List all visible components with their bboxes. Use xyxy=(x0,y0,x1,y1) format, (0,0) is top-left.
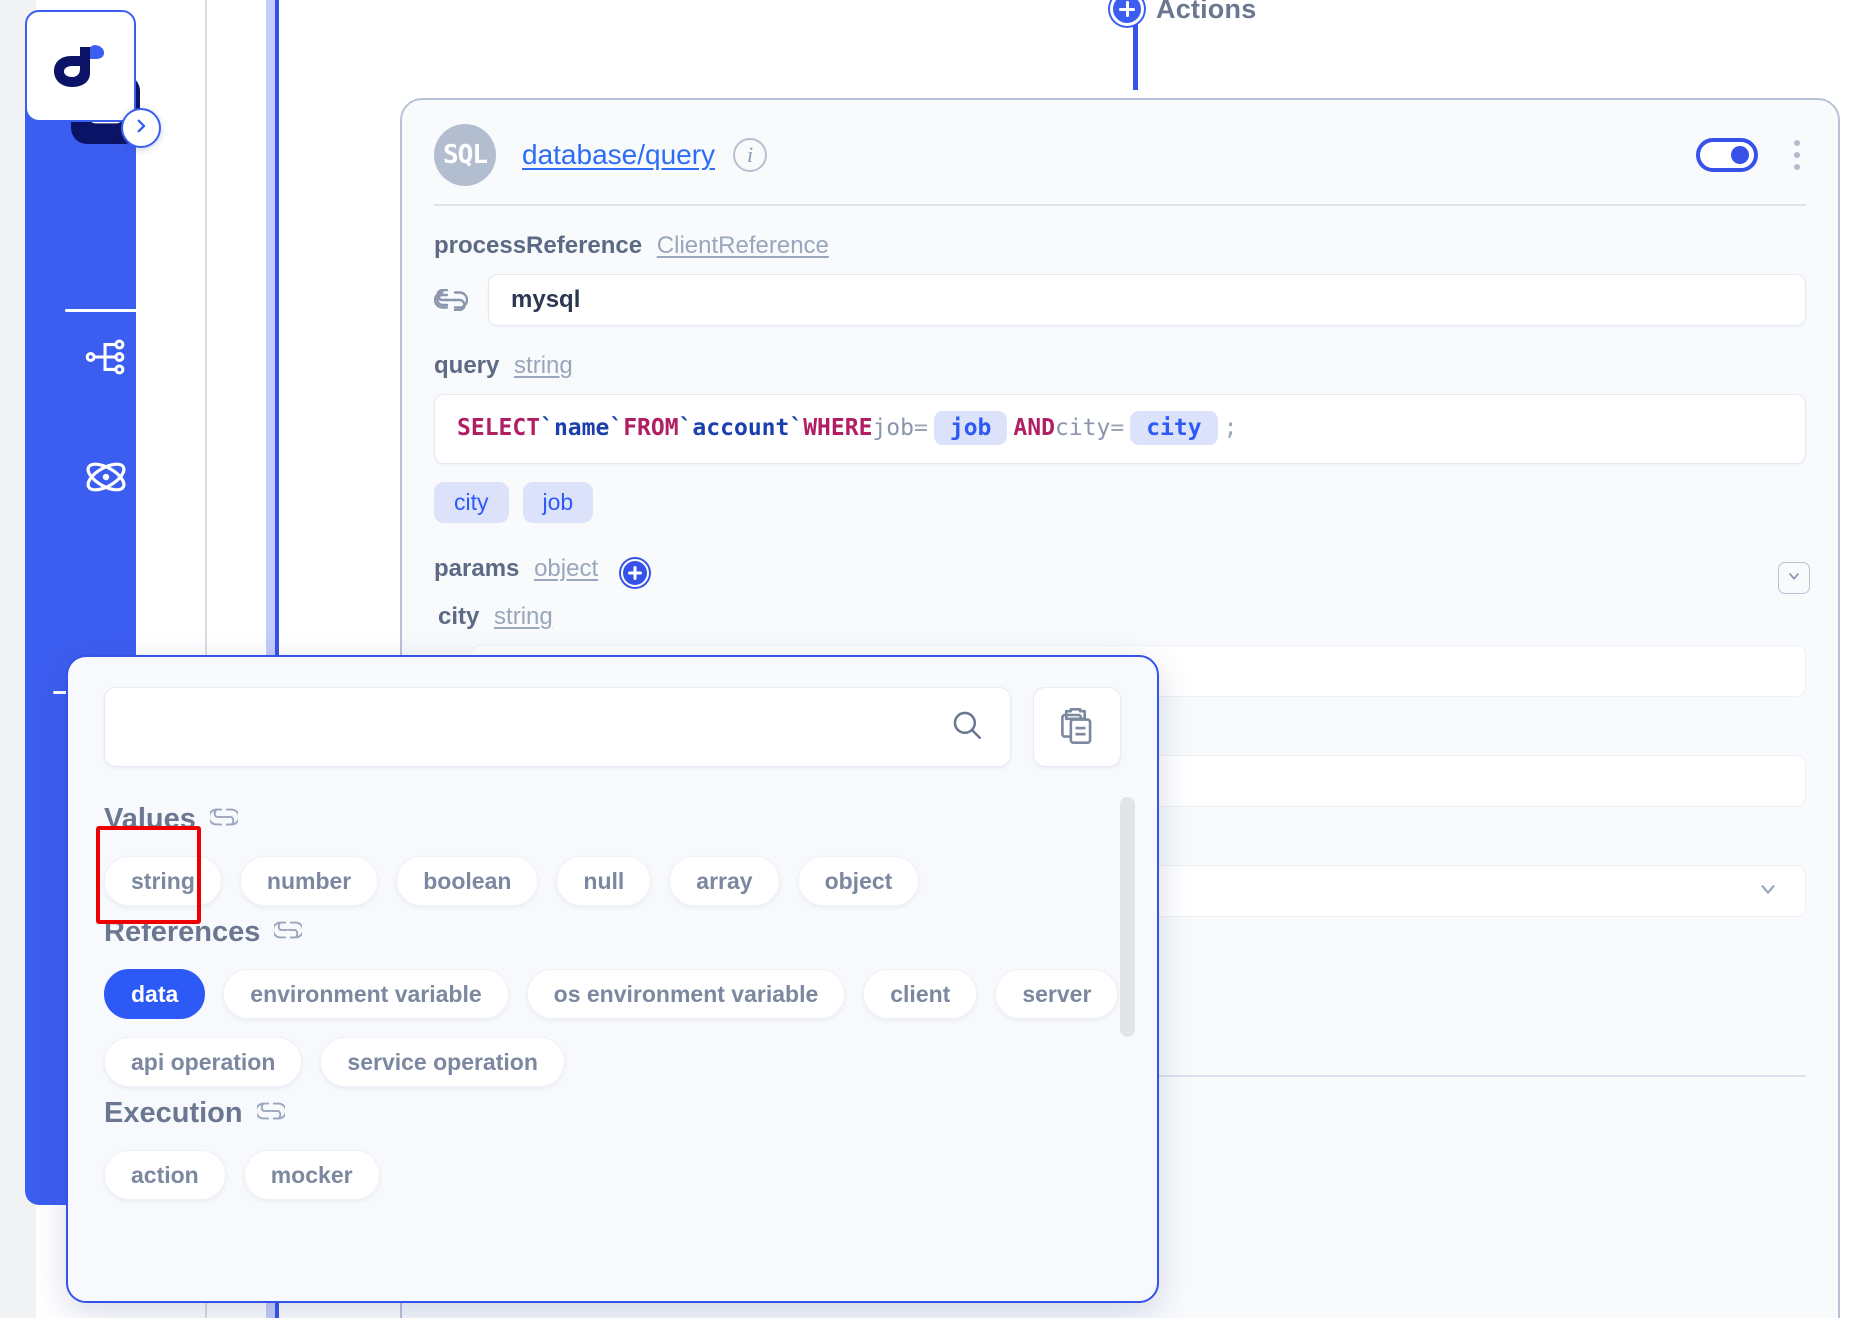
popup-chip-environment-variable[interactable]: environment variable xyxy=(223,969,509,1019)
popup-chip-server[interactable]: server xyxy=(995,969,1119,1019)
app-logo[interactable] xyxy=(25,10,136,122)
link-icon xyxy=(272,921,305,944)
query-code-line: SELECT `name` FROM `account` WHERE job =… xyxy=(457,411,1783,445)
popup-chip-client[interactable]: client xyxy=(863,969,978,1019)
clipboard-paste-icon xyxy=(1058,705,1096,750)
popup-chip-service-operation[interactable]: service operation xyxy=(320,1037,565,1087)
popup-chip-null[interactable]: null xyxy=(556,856,652,906)
field-label-query: query string xyxy=(402,326,1838,380)
paste-button[interactable] xyxy=(1033,687,1121,767)
popup-chip-row: string number boolean null array object xyxy=(104,856,1121,906)
popup-chip-action[interactable]: action xyxy=(104,1150,226,1200)
query-token: WHERE xyxy=(803,415,873,441)
popup-chip-data[interactable]: data xyxy=(104,969,206,1019)
atom-orbit-icon xyxy=(82,453,130,506)
field-type[interactable]: object xyxy=(534,555,598,582)
popup-chip-row: action mocker xyxy=(104,1150,1121,1200)
field-key: city xyxy=(438,603,480,630)
query-token: FROM xyxy=(623,415,679,441)
field-type[interactable]: string xyxy=(514,352,573,379)
actions-connector-line xyxy=(1133,24,1138,90)
app-logo-icon xyxy=(50,37,112,96)
process-reference-input[interactable]: mysql xyxy=(488,274,1806,326)
popup-chip-string[interactable]: string xyxy=(104,856,222,906)
chevron-down-icon xyxy=(1757,878,1779,905)
query-token-chip[interactable]: job xyxy=(933,411,1008,445)
sidebar-item-flow[interactable] xyxy=(71,325,140,394)
kebab-menu-icon[interactable] xyxy=(1794,140,1800,170)
actions-label: Actions xyxy=(1156,0,1257,24)
enable-toggle[interactable] xyxy=(1696,138,1758,172)
popup-search-row xyxy=(68,657,1157,767)
chevron-right-icon xyxy=(132,117,150,140)
popup-chip-boolean[interactable]: boolean xyxy=(396,856,539,906)
search-icon xyxy=(950,708,984,747)
query-token: SELECT xyxy=(457,415,541,441)
sitemap-branch-icon xyxy=(83,334,129,385)
query-token: `account` xyxy=(678,415,804,441)
field-label-process-reference: processReference ClientReference xyxy=(402,206,1838,260)
field-key: params xyxy=(434,555,520,582)
popup-section-title: References xyxy=(104,916,261,948)
query-token: = xyxy=(1110,415,1125,441)
card-title-link[interactable]: database/query xyxy=(522,139,715,171)
popup-section-header: References xyxy=(104,916,1121,949)
link-icon[interactable] xyxy=(433,288,469,312)
popup-chip-array[interactable]: array xyxy=(669,856,780,906)
field-label-params: params object xyxy=(402,523,1838,587)
search-input[interactable] xyxy=(104,687,1011,767)
app-root: Actions SQL database/query i processRefe… xyxy=(0,0,1870,1318)
query-token: `name` xyxy=(540,415,624,441)
popup-chip-row: data environment variable os environment v… xyxy=(104,969,1121,1087)
query-code-editor[interactable]: SELECT `name` FROM `account` WHERE job =… xyxy=(434,394,1806,464)
query-variable-chip[interactable]: job xyxy=(522,482,594,523)
field-key: query xyxy=(434,352,500,379)
query-token: city xyxy=(1054,415,1111,441)
link-icon xyxy=(208,808,240,831)
card-header: SQL database/query i xyxy=(402,100,1838,188)
info-icon[interactable]: i xyxy=(733,138,768,172)
field-label-params-city: city string xyxy=(402,583,1838,631)
popup-scrollbar[interactable] xyxy=(1120,797,1135,1037)
sidebar-item-atom[interactable] xyxy=(71,445,140,514)
query-token: AND xyxy=(1013,415,1055,441)
field-key: processReference xyxy=(434,232,643,259)
popup-section-header: Values xyxy=(104,803,1121,836)
add-param-button[interactable] xyxy=(620,559,649,587)
collapse-params-button[interactable] xyxy=(1778,562,1810,594)
query-token: job xyxy=(872,415,914,441)
field-type[interactable]: string xyxy=(494,603,553,630)
query-token: = xyxy=(914,415,928,441)
sidebar-expand-button[interactable] xyxy=(121,108,161,148)
sidebar-divider xyxy=(65,309,146,312)
process-reference-row: mysql xyxy=(402,260,1838,326)
popup-sections: Values string number boolean null array objec… xyxy=(68,767,1157,1200)
chevron-down-icon xyxy=(1786,568,1802,589)
popup-chip-number[interactable]: number xyxy=(239,856,379,906)
popup-section-title: Values xyxy=(104,803,196,835)
add-action-button[interactable] xyxy=(1110,0,1144,26)
popup-chip-api-operation[interactable]: api operation xyxy=(104,1037,303,1087)
query-variable-chips: city job xyxy=(434,482,1806,523)
field-type[interactable]: ClientReference xyxy=(657,232,829,259)
query-variable-chip[interactable]: city xyxy=(434,482,509,523)
reference-picker-popup: Values string number boolean null array objec… xyxy=(66,655,1159,1303)
sql-badge: SQL xyxy=(434,124,496,186)
popup-section-title: Execution xyxy=(104,1097,243,1129)
popup-section-header: Execution xyxy=(104,1097,1121,1130)
popup-chip-mocker[interactable]: mocker xyxy=(243,1150,380,1200)
popup-chip-object[interactable]: object xyxy=(797,856,920,906)
query-token-chip[interactable]: city xyxy=(1130,411,1218,445)
card-header-actions xyxy=(1696,138,1806,172)
actions-header: Actions xyxy=(1110,0,1256,26)
link-icon xyxy=(254,1102,287,1125)
query-token: ; xyxy=(1223,415,1238,441)
popup-chip-os-environment-variable[interactable]: os environment variable xyxy=(526,969,846,1019)
